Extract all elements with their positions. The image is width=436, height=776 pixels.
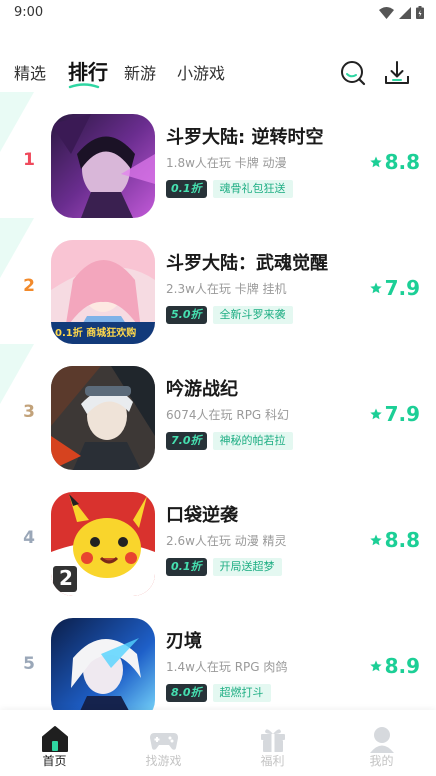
star-icon — [369, 534, 382, 546]
nav-mine-label: 我的 — [369, 754, 394, 768]
nav-find-games-label: 找游戏 — [145, 754, 182, 768]
download-button[interactable] — [382, 58, 412, 88]
rank-number: 2 — [23, 276, 35, 296]
signal-icon — [399, 6, 411, 19]
rating: 8.8 — [369, 150, 420, 174]
game-meta: 2.3w人在玩 卡牌 挂机 — [166, 282, 287, 296]
bottom-nav: 首页 找游戏 福利 我的 — [0, 710, 436, 776]
wifi-icon — [379, 6, 394, 19]
game-meta: 1.4w人在玩 RPG 肉鸽 — [166, 660, 288, 674]
game-icon[interactable] — [51, 366, 155, 470]
rating: 7.9 — [369, 276, 420, 300]
game-icon[interactable]: 0.1折 商城狂欢购 — [51, 240, 155, 344]
tab-ranking[interactable]: 排行 — [68, 56, 108, 89]
game-title: 刃境 — [166, 631, 202, 652]
tab-mini-games[interactable]: 小游戏 — [177, 60, 225, 84]
game-row[interactable]: 3 吟游战纪 6074人在玩 RPG 科幻 7.0折 神秘的帕若拉 7.9 — [0, 364, 436, 474]
game-title: 斗罗大陆: 逆转时空 — [166, 127, 324, 148]
thumb-badge-text: 2 — [59, 566, 73, 590]
top-tab-bar: 精选 排行 新游 小游戏 — [0, 52, 436, 92]
game-row[interactable]: 2 0.1折 商城狂欢购 斗罗大陆：武魂觉醒 2.3w人在玩 卡牌 挂机 5.0… — [0, 238, 436, 348]
status-icons — [379, 6, 424, 19]
promo-tag: 神秘的帕若拉 — [212, 432, 293, 450]
star-icon — [369, 156, 382, 168]
game-icon[interactable] — [51, 618, 155, 722]
star-icon — [369, 408, 382, 420]
status-bar: 9:00 — [0, 0, 436, 26]
game-row[interactable]: 4 2 口袋逆袭 2.6w人在玩 动漫 精灵 0.1折 开局送超梦 8.8 — [0, 490, 436, 600]
rank-number: 1 — [23, 150, 35, 170]
game-artwork — [51, 366, 155, 470]
user-icon — [370, 727, 394, 753]
game-meta: 2.6w人在玩 动漫 精灵 — [166, 534, 287, 548]
rating-score: 7.9 — [384, 402, 420, 426]
discount-badge: 0.1折 — [166, 180, 207, 198]
game-tags: 7.0折 神秘的帕若拉 — [166, 432, 293, 450]
status-time: 9:00 — [14, 5, 44, 20]
gift-icon — [261, 729, 285, 752]
star-icon — [369, 660, 382, 672]
game-row[interactable]: 1 斗罗大陆: 逆转时空 1.8w人在玩 卡牌 动漫 0.1折 魂骨礼包狂送 8… — [0, 112, 436, 222]
game-tags: 0.1折 开局送超梦 — [166, 558, 282, 576]
promo-tag: 全新斗罗来袭 — [212, 306, 293, 324]
game-tags: 8.0折 超燃打斗 — [166, 684, 271, 702]
game-icon[interactable]: 2 — [51, 492, 155, 596]
game-artwork — [51, 618, 155, 722]
star-icon — [369, 282, 382, 294]
tab-new-games[interactable]: 新游 — [124, 60, 156, 84]
discount-badge: 0.1折 — [166, 558, 207, 576]
rating-score: 8.8 — [384, 528, 420, 552]
nav-welfare[interactable]: 福利 — [218, 710, 327, 776]
rating-score: 8.8 — [384, 150, 420, 174]
thumb-banner-text: 0.1折 商城狂欢购 — [55, 328, 137, 339]
rank-number: 4 — [23, 528, 35, 548]
game-title: 斗罗大陆：武魂觉醒 — [166, 253, 328, 274]
nav-home[interactable]: 首页 — [0, 710, 109, 776]
promo-tag: 魂骨礼包狂送 — [212, 180, 293, 198]
rating-score: 7.9 — [384, 276, 420, 300]
rating: 8.9 — [369, 654, 420, 678]
rating: 7.9 — [369, 402, 420, 426]
rank-number: 5 — [23, 654, 35, 674]
search-button[interactable] — [338, 58, 368, 88]
nav-find-games[interactable]: 找游戏 — [109, 710, 218, 776]
download-icon — [385, 61, 409, 84]
search-icon — [341, 61, 366, 86]
gamepad-icon — [150, 733, 178, 750]
game-title: 口袋逆袭 — [166, 505, 238, 526]
home-icon — [42, 726, 68, 752]
nav-mine[interactable]: 我的 — [327, 710, 436, 776]
game-tags: 0.1折 魂骨礼包狂送 — [166, 180, 293, 198]
tab-featured[interactable]: 精选 — [14, 60, 46, 84]
rank-number: 3 — [23, 402, 35, 422]
game-title: 吟游战纪 — [166, 379, 238, 400]
game-icon[interactable] — [51, 114, 155, 218]
game-meta: 6074人在玩 RPG 科幻 — [166, 408, 290, 422]
active-tab-indicator — [68, 83, 100, 89]
game-tags: 5.0折 全新斗罗来袭 — [166, 306, 293, 324]
nav-welfare-label: 福利 — [260, 754, 285, 768]
game-artwork — [51, 114, 155, 218]
tab-ranking-label: 排行 — [68, 60, 108, 84]
nav-home-label: 首页 — [42, 754, 67, 768]
discount-badge: 7.0折 — [166, 432, 207, 450]
rating: 8.8 — [369, 528, 420, 552]
discount-badge: 8.0折 — [166, 684, 207, 702]
game-meta: 1.8w人在玩 卡牌 动漫 — [166, 156, 287, 170]
rating-score: 8.9 — [384, 654, 420, 678]
discount-badge: 5.0折 — [166, 306, 207, 324]
promo-tag: 超燃打斗 — [212, 684, 271, 702]
battery-icon — [416, 6, 424, 19]
promo-tag: 开局送超梦 — [212, 558, 282, 576]
